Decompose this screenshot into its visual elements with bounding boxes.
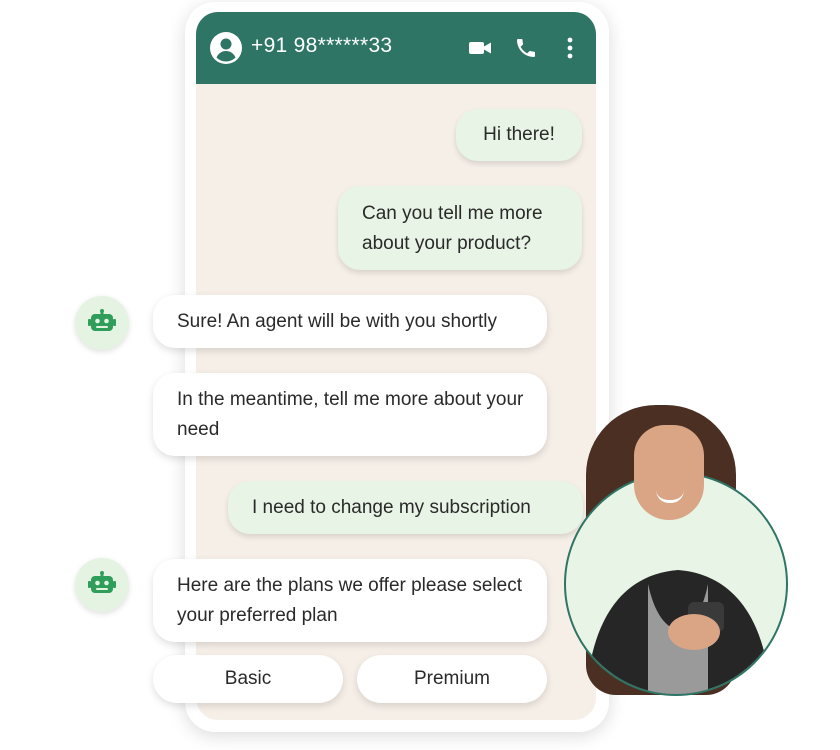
message-bot: In the meantime, tell me more about your…: [153, 373, 547, 456]
person-photo-face: [634, 425, 704, 520]
plan-option-basic[interactable]: Basic: [153, 655, 343, 703]
message-user: Can you tell me more about your product?: [338, 186, 582, 270]
more-vert-icon[interactable]: [560, 36, 580, 60]
message-bot: Here are the plans we offer please selec…: [153, 559, 547, 642]
avatar-icon[interactable]: [210, 32, 242, 64]
message-user: I need to change my subscription: [228, 481, 583, 534]
video-icon[interactable]: [468, 36, 492, 60]
call-icon[interactable]: [514, 36, 538, 60]
chat-header: +91 98******33: [196, 12, 596, 84]
message-bot: Sure! An agent will be with you shortly: [153, 295, 547, 348]
message-user: Hi there!: [456, 109, 582, 161]
bot-avatar: [75, 296, 129, 350]
plan-option-premium[interactable]: Premium: [357, 655, 547, 703]
robot-icon: [88, 571, 116, 593]
bot-avatar: [75, 558, 129, 612]
contact-phone-number: +91 98******33: [251, 34, 393, 57]
robot-icon: [88, 309, 116, 331]
